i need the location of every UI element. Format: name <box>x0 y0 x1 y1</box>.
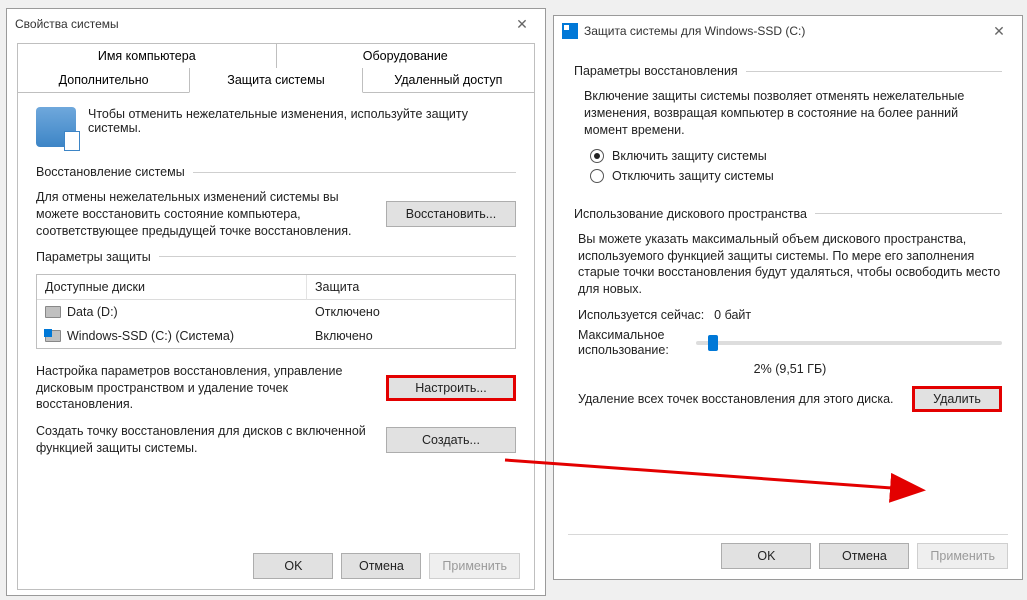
group-params-title: Параметры защиты <box>36 250 151 264</box>
titlebar: Защита системы для Windows-SSD (C:) ✕ <box>554 16 1022 46</box>
table-row[interactable]: Windows-SSD (C:) (Система) Включено <box>37 324 515 348</box>
create-text: Создать точку восстановления для дисков … <box>36 423 374 457</box>
max-usage-slider[interactable] <box>696 341 1002 345</box>
tab-system-protection[interactable]: Защита системы <box>189 68 362 93</box>
intro-text: Чтобы отменить нежелательные изменения, … <box>88 107 516 147</box>
configure-button[interactable]: Настроить... <box>386 375 516 401</box>
create-button[interactable]: Создать... <box>386 427 516 453</box>
ok-button[interactable]: OK <box>721 543 811 569</box>
delete-button[interactable]: Удалить <box>912 386 1002 412</box>
used-label: Используется сейчас: <box>578 308 704 322</box>
dialog-body: Параметры восстановления Включение защит… <box>554 46 1022 579</box>
radio-label: Отключить защиту системы <box>612 169 774 183</box>
restore-desc: Включение защиты системы позволяет отмен… <box>574 88 1002 139</box>
max-usage-label: Максимальное использование: <box>578 328 688 358</box>
system-properties-window: Свойства системы ✕ Имя компьютера Оборуд… <box>6 8 546 596</box>
radio-icon <box>590 149 604 163</box>
restore-text: Для отмены нежелательных изменений систе… <box>36 189 374 240</box>
radio-enable-protection[interactable]: Включить защиту системы <box>574 149 1002 163</box>
tab-advanced[interactable]: Дополнительно <box>17 68 190 93</box>
disk-name: Windows-SSD (C:) (Система) <box>67 329 234 343</box>
table-row[interactable]: Data (D:) Отключено <box>37 300 515 324</box>
separator <box>815 213 1002 214</box>
cancel-button[interactable]: Отмена <box>819 543 909 569</box>
disk-icon <box>45 330 61 342</box>
restore-button[interactable]: Восстановить... <box>386 201 516 227</box>
group-restore-title: Восстановление системы <box>36 165 185 179</box>
window-title: Защита системы для Windows-SSD (C:) <box>584 24 805 38</box>
system-protection-icon <box>36 107 76 147</box>
delete-text: Удаление всех точек восстановления для э… <box>578 391 900 408</box>
tab-panel: Чтобы отменить нежелательные изменения, … <box>17 92 535 590</box>
group-restore-params-title: Параметры восстановления <box>574 64 738 78</box>
disk-table: Доступные диски Защита Data (D:) Отключе… <box>36 274 516 349</box>
disk-protection: Включено <box>307 324 515 348</box>
apply-button: Применить <box>917 543 1008 569</box>
radio-disable-protection[interactable]: Отключить защиту системы <box>574 169 1002 183</box>
disk-usage-desc: Вы можете указать максимальный объем дис… <box>578 231 1002 299</box>
radio-icon <box>590 169 604 183</box>
disk-protection: Отключено <box>307 300 515 324</box>
col-disks: Доступные диски <box>37 275 307 300</box>
tabstrip: Имя компьютера Оборудование Дополнительн… <box>17 43 535 93</box>
close-icon[interactable]: ✕ <box>984 23 1014 40</box>
separator <box>746 71 1002 72</box>
separator <box>159 256 516 257</box>
windows-icon <box>562 23 578 39</box>
configure-text: Настройка параметров восстановления, упр… <box>36 363 374 414</box>
disk-icon <box>45 306 61 318</box>
ok-button[interactable]: OK <box>253 553 333 579</box>
slider-thumb[interactable] <box>708 335 718 351</box>
tab-computer-name[interactable]: Имя компьютера <box>17 43 277 68</box>
slider-value: 2% (9,51 ГБ) <box>578 362 1002 376</box>
protection-settings-window: Защита системы для Windows-SSD (C:) ✕ Па… <box>553 15 1023 580</box>
group-disk-usage-title: Использование дискового пространства <box>574 207 807 221</box>
col-protection: Защита <box>307 275 515 300</box>
used-value: 0 байт <box>714 308 751 322</box>
titlebar: Свойства системы ✕ <box>7 9 545 39</box>
window-title: Свойства системы <box>15 17 119 31</box>
close-icon[interactable]: ✕ <box>507 16 537 33</box>
radio-label: Включить защиту системы <box>612 149 767 163</box>
cancel-button[interactable]: Отмена <box>341 553 421 579</box>
disk-name: Data (D:) <box>67 305 118 319</box>
separator <box>193 172 516 173</box>
tab-hardware[interactable]: Оборудование <box>276 43 536 68</box>
tab-remote[interactable]: Удаленный доступ <box>362 68 535 93</box>
apply-button: Применить <box>429 553 520 579</box>
